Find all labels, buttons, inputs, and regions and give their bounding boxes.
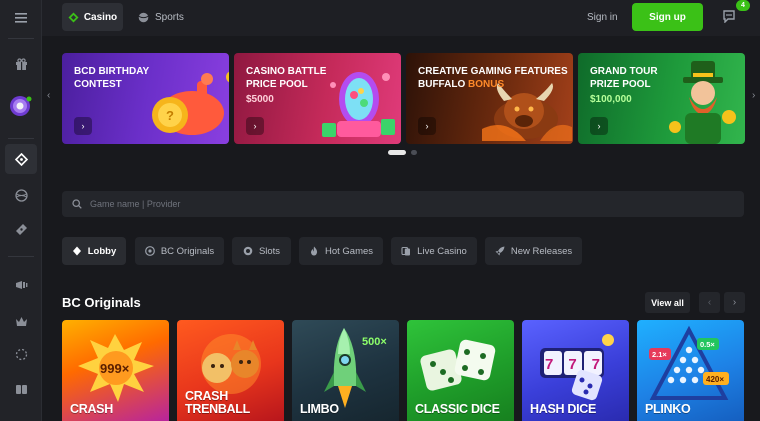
carousel-dot-active[interactable] — [388, 150, 406, 155]
game-card-classic-dice[interactable]: CLASSIC DICE — [407, 320, 514, 421]
casino-icon[interactable] — [0, 144, 42, 174]
lobby-icon — [72, 246, 81, 256]
banner-title-line2: CONTEST — [74, 79, 122, 90]
section-title: BC Originals — [62, 295, 141, 310]
game-name: HASH DICE — [530, 402, 597, 416]
next-page-icon[interactable]: › — [724, 292, 745, 313]
casino-tab-icon — [68, 12, 79, 22]
sidebar — [0, 0, 42, 421]
sidebar-divider — [8, 138, 34, 139]
carousel-prev-icon[interactable]: ‹ — [47, 90, 50, 101]
game-card-plinko[interactable]: 2.1× 0.5× 420× PLINKO — [637, 320, 744, 421]
sports-icon[interactable] — [0, 180, 42, 210]
limbo-multiplier: 500× — [362, 336, 387, 348]
tab-bc-originals[interactable]: BC Originals — [135, 237, 224, 265]
banner-title-line1: CREATIVE GAMING FEATURES — [418, 66, 568, 77]
vip-club-icon[interactable] — [0, 306, 42, 336]
banner-arrow-icon[interactable]: › — [74, 117, 92, 135]
game-card-limbo[interactable]: 500× LIMBO — [292, 320, 399, 421]
game-name: PLINKO — [645, 402, 691, 416]
banner-title-bonus: BONUS — [468, 79, 505, 90]
chat-icon[interactable] — [722, 9, 738, 25]
view-all-button[interactable]: View all — [645, 292, 690, 313]
game-card-crash-trenball[interactable]: CRASH TRENBALL — [177, 320, 284, 421]
cards-icon — [401, 246, 411, 256]
book-icon[interactable] — [0, 374, 42, 404]
rocket-icon — [495, 246, 505, 256]
banner-prize: $5000 — [246, 94, 274, 105]
banner-casino-battle[interactable]: CASINO BATTLE PRICE POOL $5000 › — [234, 53, 401, 144]
banner-title-line2: PRIZE POOL — [590, 79, 651, 90]
tab-new-releases-label: New Releases — [510, 245, 573, 257]
search-input[interactable]: Game name | Provider — [62, 191, 744, 217]
game-name: CRASH TRENBALL — [185, 390, 250, 416]
hash-dice-reels: 777 — [545, 356, 600, 373]
tab-lobby-label: Lobby — [87, 245, 117, 257]
sign-in-link[interactable]: Sign in — [587, 3, 627, 31]
top-header: Casino Sports Sign in Sign up 4 — [42, 0, 760, 36]
game-name-line2: TRENBALL — [185, 402, 250, 416]
plinko-badge-1: 2.1× — [652, 350, 667, 359]
game-name: CRASH — [70, 402, 113, 416]
prize-egg-art — [322, 72, 395, 137]
tab-casino-label: Casino — [83, 11, 118, 23]
banner-title-line2: PRICE POOL — [246, 79, 308, 90]
sidebar-divider — [8, 256, 34, 257]
search-icon — [72, 199, 82, 209]
tab-bc-originals-label: BC Originals — [160, 245, 215, 257]
banner-buffalo-bonus[interactable]: CREATIVE GAMING FEATURES BUFFALO BONUS › — [406, 53, 573, 144]
sidebar-divider — [8, 38, 34, 39]
slots-icon — [243, 246, 253, 256]
sports-tab-icon — [138, 12, 149, 22]
tab-slots-label: Slots — [258, 245, 281, 257]
banner-prize: $100,000 — [590, 94, 632, 105]
menu-icon[interactable] — [0, 3, 42, 33]
tab-casino[interactable]: Casino — [62, 3, 123, 31]
tab-new-releases[interactable]: New Releases — [485, 237, 582, 265]
spin-wheel-icon[interactable] — [0, 88, 42, 124]
game-card-hash-dice[interactable]: 777 HASH DICE — [522, 320, 629, 421]
banner-title-buffalo: BUFFALO — [418, 79, 466, 90]
game-name: CLASSIC DICE — [415, 402, 500, 416]
fire-icon — [310, 246, 318, 256]
banner-title-line1: CASINO BATTLE — [246, 66, 327, 77]
ticket-icon[interactable] — [0, 214, 42, 244]
crash-multiplier: 999× — [100, 361, 130, 376]
svg-text:?: ? — [166, 108, 174, 123]
prev-page-icon[interactable]: ‹ — [699, 292, 720, 313]
tab-hot-games[interactable]: Hot Games — [299, 237, 383, 265]
casino-page: Casino Sports Sign in Sign up 4 ‹ › ? BC… — [0, 0, 760, 421]
tab-sports[interactable]: Sports — [138, 3, 184, 31]
plinko-badge-3: 420× — [706, 375, 724, 384]
tab-hot-games-label: Hot Games — [324, 245, 374, 257]
chat-badge: 4 — [736, 0, 750, 11]
banner-title-line1: BCD BIRTHDAY — [74, 66, 150, 77]
plinko-badge-2: 0.5× — [700, 340, 715, 349]
carousel-next-icon[interactable]: › — [752, 90, 755, 101]
tab-live-casino[interactable]: Live Casino — [391, 237, 477, 265]
banner-arrow-icon[interactable]: › — [246, 117, 264, 135]
banner-grand-tour[interactable]: GRAND TOUR PRIZE POOL $100,000 › — [578, 53, 745, 144]
bc-originals-icon — [144, 246, 155, 256]
carousel-dot[interactable] — [411, 150, 417, 155]
tab-sports-label: Sports — [155, 11, 184, 23]
promotions-icon[interactable] — [0, 269, 42, 299]
search-placeholder: Game name | Provider — [90, 199, 181, 209]
game-name: LIMBO — [300, 402, 339, 416]
game-card-crash[interactable]: 999× CRASH — [62, 320, 169, 421]
banner-birthday-contest[interactable]: ? BCD BIRTHDAY CONTEST › — [62, 53, 229, 144]
tab-live-casino-label: Live Casino — [417, 245, 467, 257]
banner-title-line1: GRAND TOUR — [590, 66, 658, 77]
banner-title-line2: BUFFALO BONUS — [418, 79, 504, 90]
loading-icon[interactable] — [0, 339, 42, 369]
sign-up-button[interactable]: Sign up — [632, 3, 703, 31]
banner-arrow-icon[interactable]: › — [418, 117, 436, 135]
banner-arrow-icon[interactable]: › — [590, 117, 608, 135]
tab-lobby[interactable]: Lobby — [62, 237, 126, 265]
gift-icon[interactable] — [0, 49, 42, 79]
tab-slots[interactable]: Slots — [232, 237, 291, 265]
leprechaun-art — [669, 61, 736, 144]
